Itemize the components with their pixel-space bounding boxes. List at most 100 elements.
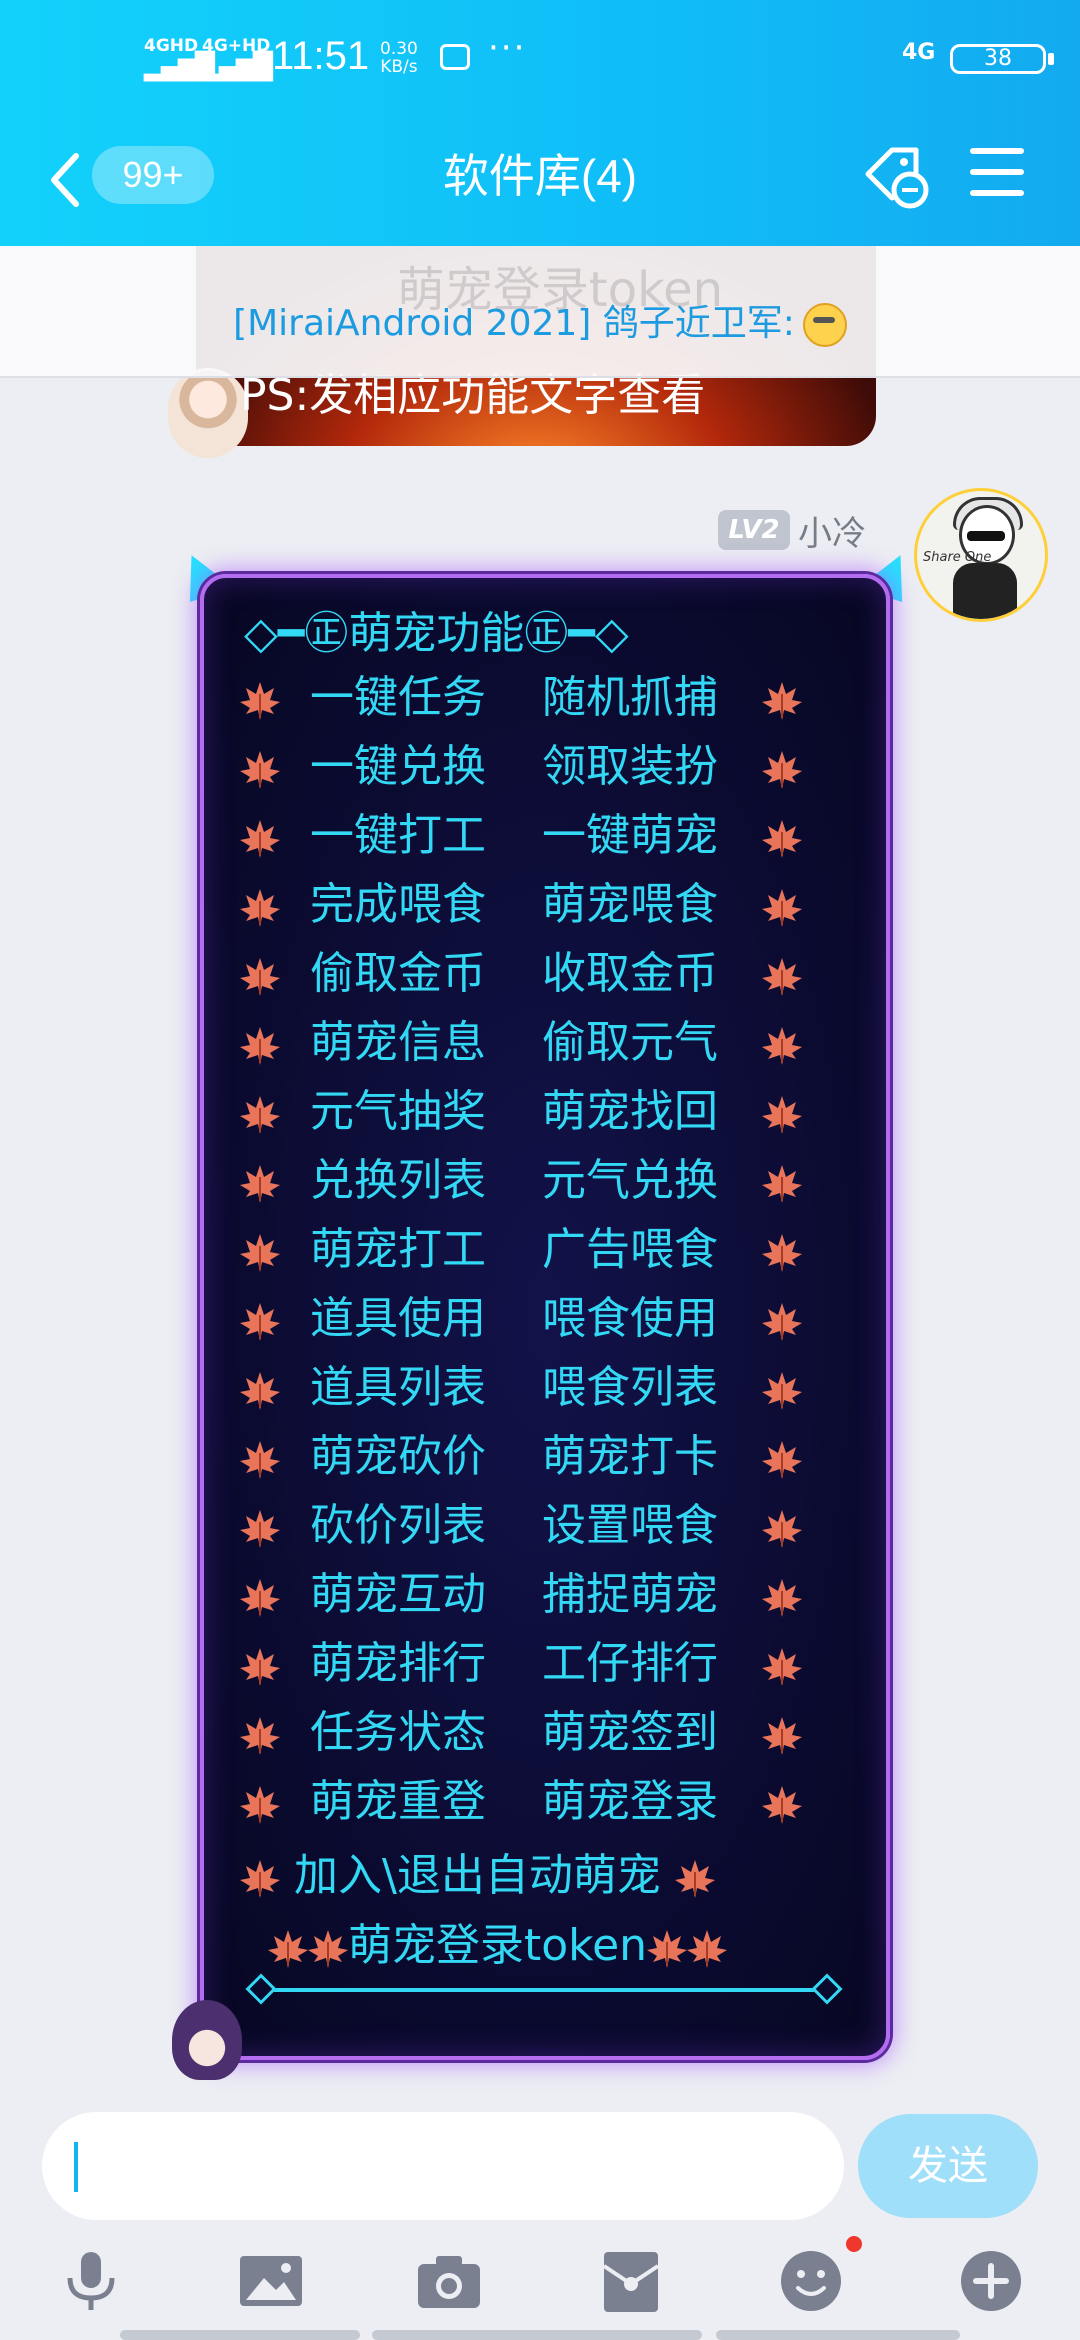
mic-icon: [67, 2252, 115, 2310]
leaf-icon: [268, 1924, 308, 1968]
feature-row: 萌宠信息 偷取元气: [240, 1013, 810, 1073]
feature-command: 喂食使用: [542, 1293, 718, 1344]
feature-command: 兑换列表: [310, 1155, 486, 1206]
leaf-icon: [762, 676, 802, 736]
emoji-button[interactable]: [776, 2246, 846, 2316]
leaf-icon: [240, 1854, 280, 1898]
more-notifications-icon: ···: [488, 28, 527, 68]
feature-command: 砍价列表: [310, 1500, 486, 1551]
feature-command: 元气兑换: [542, 1155, 718, 1206]
leaf-icon: [240, 1228, 280, 1288]
signal-strength-2: 4G+HD ▂▄▆█: [202, 38, 273, 81]
back-button[interactable]: [46, 150, 86, 210]
feature-command: 收取金币: [542, 948, 718, 999]
group-tag-button[interactable]: [862, 144, 932, 210]
feature-row: 萌宠砍价 萌宠打卡: [240, 1427, 810, 1487]
leaf-icon: [762, 1711, 802, 1771]
feature-command: 任务状态: [310, 1707, 486, 1758]
leaf-icon: [762, 1780, 802, 1840]
red-packet-icon: [602, 2252, 660, 2312]
feature-row: 完成喂食 萌宠喂食: [240, 875, 810, 935]
leaf-icon: [308, 1924, 348, 1968]
feature-row: 萌宠排行 工仔排行: [240, 1634, 810, 1694]
leaf-icon: [240, 814, 280, 874]
plus-icon: [961, 2251, 1021, 2311]
feature-command: 萌宠排行: [310, 1638, 486, 1689]
leaf-icon: [762, 1504, 802, 1564]
feature-line-18: 加入\退出自动萌宠: [240, 1846, 930, 1906]
feature-command: 一键兑换: [310, 741, 486, 792]
leaf-icon: [240, 1297, 280, 1357]
battery-level: 38: [950, 44, 1046, 74]
leaf-icon: [647, 1924, 688, 1968]
leaf-icon: [240, 1711, 280, 1771]
panel-indicator-3: [716, 2330, 960, 2340]
camera-icon: [418, 2256, 480, 2308]
feature-row: 萌宠互动 捕捉萌宠: [240, 1565, 810, 1625]
battery-nub: [1048, 53, 1054, 65]
feature-line-19: 萌宠登录token: [268, 1916, 958, 1976]
feature-command: 设置喂食: [542, 1500, 718, 1551]
voice-button[interactable]: [56, 2246, 126, 2316]
photo-button[interactable]: [236, 2246, 306, 2316]
leaf-icon: [240, 1504, 280, 1564]
notification-message-icon: [440, 44, 470, 70]
leaf-icon: [240, 952, 280, 1012]
sender-name[interactable]: 小冷: [798, 506, 866, 555]
feature-command: 一键打工: [310, 810, 486, 861]
panel-indicator-2: [372, 2330, 702, 2340]
menu-icon[interactable]: [970, 148, 1024, 198]
feature-command: 工仔排行: [542, 1638, 718, 1689]
leaf-icon: [240, 676, 280, 736]
image-icon: [240, 2256, 302, 2306]
status-bar: 4GHD ▂▄▆█ 4G+HD ▂▄▆█ 11:51 0.30 KB/s ···…: [0, 0, 1080, 110]
leaf-icon: [762, 1159, 802, 1219]
feature-command: 萌宠砍价: [310, 1431, 486, 1482]
panel-indicator-1: [120, 2330, 360, 2340]
leaf-icon: [674, 1854, 715, 1898]
feature-auto-toggle: 加入\退出自动萌宠: [294, 1850, 661, 1901]
feature-command: 萌宠打工: [310, 1224, 486, 1275]
feature-row: 偷取金币 收取金币: [240, 944, 810, 1004]
previous-sender-avatar[interactable]: [168, 368, 248, 458]
feature-command: 萌宠重登: [310, 1776, 486, 1827]
network-type: 4G: [902, 40, 936, 65]
feature-command: 偷取元气: [542, 1017, 718, 1068]
avatar-caption: Share One: [923, 550, 992, 565]
emoji-icon: [781, 2251, 841, 2311]
bubble-header: ◇━㊣萌宠功能㊣━◇: [244, 608, 629, 659]
bubble-chibi-decoration: [172, 2000, 242, 2080]
feature-command: 萌宠信息: [310, 1017, 486, 1068]
red-packet-button[interactable]: [596, 2246, 666, 2316]
feature-row: 一键兑换 领取装扮: [240, 737, 810, 797]
speed-unit: KB/s: [380, 57, 418, 77]
feature-command: 萌宠找回: [542, 1086, 718, 1137]
more-button[interactable]: [956, 2246, 1026, 2316]
camera-button[interactable]: [414, 2246, 484, 2316]
feature-command: 完成喂食: [310, 879, 486, 930]
sender-avatar[interactable]: Share One: [914, 488, 1048, 622]
feature-command: 萌宠打卡: [542, 1431, 718, 1482]
leaf-icon: [240, 1573, 280, 1633]
feature-login-token: 萌宠登录token: [348, 1920, 648, 1971]
leaf-icon: [240, 1366, 280, 1426]
leaf-icon: [687, 1924, 728, 1968]
feature-command: 萌宠互动: [310, 1569, 486, 1620]
feature-command: 道具列表: [310, 1362, 486, 1413]
feature-row: 萌宠重登 萌宠登录: [240, 1772, 810, 1832]
feature-command: 喂食列表: [542, 1362, 718, 1413]
unread-count-badge[interactable]: 99+: [92, 146, 214, 204]
leaf-icon: [240, 1780, 280, 1840]
emoji-new-dot: [846, 2236, 862, 2252]
emoji-icon: [802, 303, 847, 347]
notice-banner[interactable]: 萌宠登录token [MiraiAndroid 2021] 鸽子近卫军:: [0, 246, 1080, 378]
speed-value: 0.30: [380, 39, 418, 59]
feature-row: 砍价列表 设置喂食: [240, 1496, 810, 1556]
tag-icon: [865, 147, 929, 209]
leaf-icon: [240, 883, 280, 943]
feature-command: 萌宠登录: [542, 1776, 718, 1827]
leaf-icon: [762, 1642, 802, 1702]
page-title: 软件库(4): [442, 150, 638, 202]
network-speed: 0.30 KB/s: [380, 40, 418, 76]
leaf-icon: [762, 1228, 802, 1288]
